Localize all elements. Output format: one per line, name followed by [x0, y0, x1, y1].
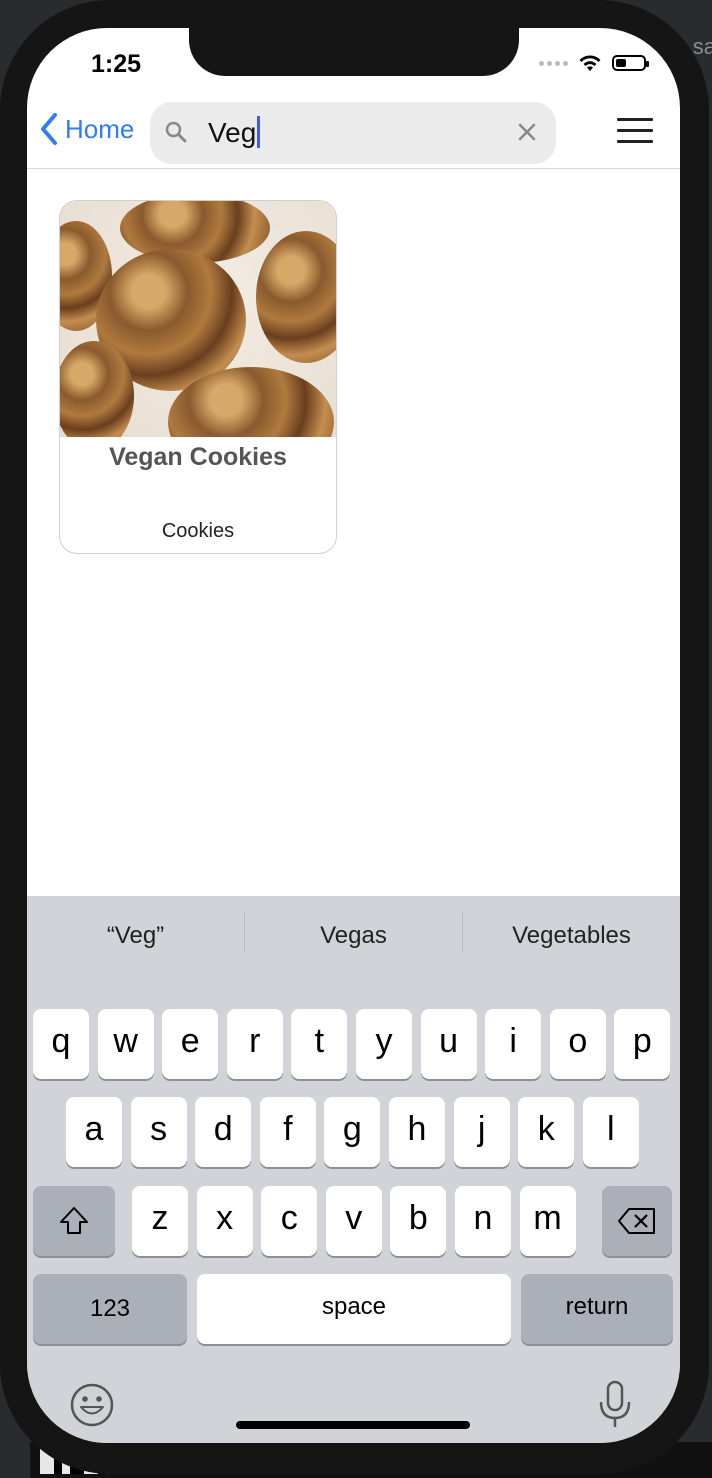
search-input[interactable]: Veg [150, 102, 556, 164]
suggestion-2[interactable]: Vegas [245, 914, 462, 954]
home-indicator [236, 1421, 470, 1429]
chevron-left-icon [41, 113, 57, 145]
space-key[interactable]: space [197, 1274, 511, 1344]
key-o[interactable]: o [549, 1009, 606, 1079]
key-u[interactable]: u [420, 1009, 477, 1079]
key-a[interactable]: a [66, 1097, 122, 1167]
search-icon [165, 121, 187, 143]
wifi-icon [579, 55, 601, 71]
key-b[interactable]: b [390, 1186, 447, 1256]
key-z[interactable]: z [132, 1186, 188, 1256]
key-p[interactable]: p [614, 1009, 671, 1079]
result-card[interactable]: Vegan Cookies Cookies [59, 200, 337, 554]
key-f[interactable]: f [259, 1097, 316, 1167]
result-title: Vegan Cookies [109, 443, 287, 471]
shift-key[interactable] [33, 1186, 115, 1256]
suggestion-1[interactable]: “Veg” [27, 914, 244, 954]
hamburger-menu-icon[interactable] [617, 118, 653, 144]
key-x[interactable]: x [196, 1186, 253, 1256]
numbers-key[interactable]: 123 [33, 1274, 187, 1344]
battery-icon [612, 55, 649, 71]
key-e[interactable]: e [162, 1009, 219, 1079]
text-cursor [257, 116, 261, 148]
microphone-icon[interactable] [597, 1380, 633, 1430]
key-t[interactable]: t [291, 1009, 348, 1079]
return-key[interactable]: return [521, 1274, 673, 1344]
shift-icon [60, 1207, 88, 1234]
clear-search-icon[interactable] [516, 121, 538, 143]
key-g[interactable]: g [324, 1097, 381, 1167]
phone-frame: 1:25 Home Veg Vegan Cookies Cookies “Veg… [0, 0, 709, 1474]
key-h[interactable]: h [389, 1097, 445, 1167]
key-k[interactable]: k [518, 1097, 575, 1167]
key-q[interactable]: q [33, 1009, 89, 1079]
key-s[interactable]: s [130, 1097, 187, 1167]
background-edge-text: sa [692, 34, 712, 59]
back-label: Home [65, 113, 135, 144]
signal-icon [539, 60, 568, 66]
key-m[interactable]: m [519, 1186, 576, 1256]
key-l[interactable]: l [582, 1097, 639, 1167]
back-button[interactable]: Home [39, 112, 134, 146]
recipe-image [60, 201, 336, 437]
delete-icon [618, 1208, 655, 1234]
emoji-icon[interactable] [69, 1382, 115, 1428]
key-r[interactable]: r [226, 1009, 283, 1079]
key-w[interactable]: w [97, 1009, 154, 1079]
key-i[interactable]: i [485, 1009, 542, 1079]
delete-key[interactable] [602, 1186, 672, 1256]
key-y[interactable]: y [356, 1009, 412, 1079]
search-query: Veg [208, 116, 261, 149]
notch [189, 28, 519, 76]
result-category: Cookies [161, 520, 235, 542]
key-c[interactable]: c [261, 1186, 318, 1256]
status-icons [539, 54, 649, 72]
keyboard: “Veg” Vegas Vegetables qwertyuiop asdfgh… [27, 896, 680, 1443]
key-j[interactable]: j [453, 1097, 510, 1167]
key-n[interactable]: n [455, 1186, 511, 1256]
status-time: 1:25 [91, 50, 142, 78]
screen: 1:25 Home Veg Vegan Cookies Cookies “Veg… [27, 28, 680, 1443]
navigation-bar: Home Veg [27, 98, 680, 169]
suggestion-3[interactable]: Vegetables [463, 914, 680, 954]
key-d[interactable]: d [195, 1097, 252, 1167]
key-v[interactable]: v [325, 1186, 382, 1256]
